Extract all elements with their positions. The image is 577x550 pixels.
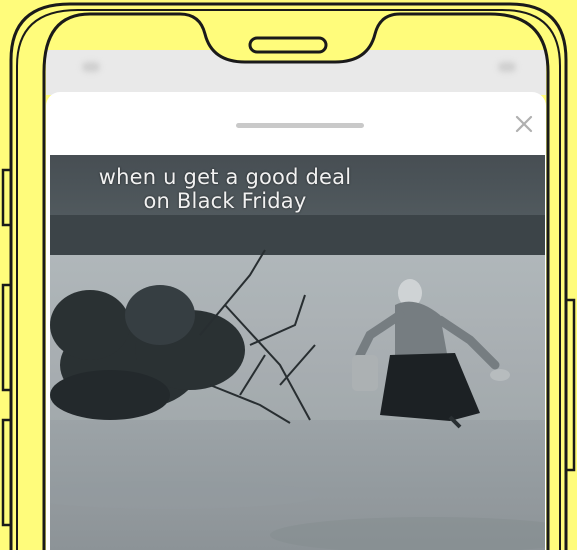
phone-frame xyxy=(0,0,577,550)
screen: when u get a good deal on Black Friday xyxy=(0,0,577,550)
